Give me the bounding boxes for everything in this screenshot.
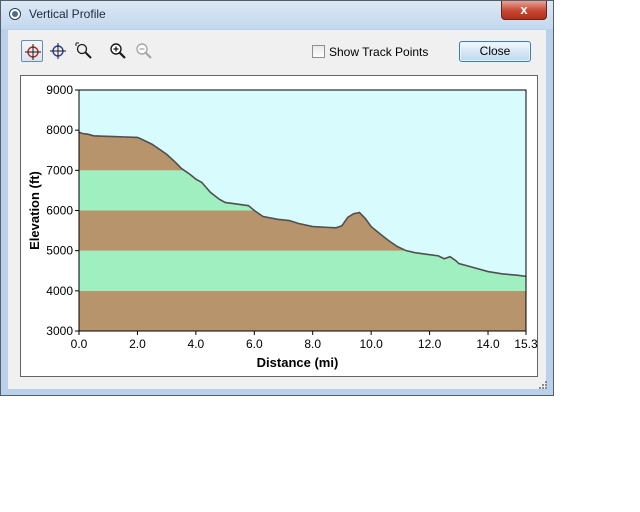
crosshair-red-tool-button[interactable] [21,40,43,62]
y-tick-label: 5000 [46,244,73,258]
elevation-band-0 [79,290,526,331]
zoom-out-icon [136,43,152,59]
y-tick-label: 6000 [46,204,73,218]
dialog-client-area: Show Track Points Close 3000 4000 5000 6000… [8,30,548,390]
show-track-points-label[interactable]: Show Track Points [329,45,428,59]
y-axis-label: Elevation (ft) [27,171,42,250]
crosshair-red-icon [25,44,41,60]
resize-grip-icon[interactable] [538,380,548,390]
x-tick-label: 12.0 [418,337,442,351]
window-close-button[interactable]: x [501,1,547,20]
x-axis-label: Distance (mi) [257,355,339,370]
elevation-chart: 3000 4000 5000 6000 7000 8000 9000 0.0 2.0 4.0 6.0… [20,75,538,377]
x-tick-label: 6.0 [246,337,263,351]
x-tick-label: 2.0 [129,337,146,351]
y-tick-label: 8000 [46,123,73,137]
x-tick-label: 15.3 [514,337,537,351]
zoom-region-icon [75,42,92,59]
window-title: Vertical Profile [29,7,106,21]
x-tick-label: 10.0 [359,337,383,351]
x-tick-label: 14.0 [476,337,500,351]
y-tick-label: 7000 [46,163,73,177]
close-button[interactable]: Close [459,41,531,62]
app-icon [9,8,21,20]
x-tick-label: 8.0 [304,337,321,351]
zoom-region-tool-button[interactable] [73,40,95,62]
zoom-out-tool-button[interactable] [133,40,155,62]
x-tick-label: 4.0 [188,337,205,351]
title-bar[interactable]: Vertical Profile x [1,1,553,29]
elevation-chart-svg: 3000 4000 5000 6000 7000 8000 9000 0.0 2.0 4.0 6.0… [27,83,537,370]
x-tick-label: 0.0 [71,337,88,351]
crosshair-blue-tool-button[interactable] [47,40,69,62]
y-tick-label: 3000 [46,324,73,338]
zoom-in-icon [110,43,126,59]
zoom-in-tool-button[interactable] [107,40,129,62]
y-tick-label: 4000 [46,284,73,298]
show-track-points-checkbox[interactable] [312,45,325,58]
vertical-profile-window: Vertical Profile x Show Track Points Clo… [0,0,554,396]
y-tick-label: 9000 [46,83,73,97]
crosshair-blue-icon [50,43,66,59]
